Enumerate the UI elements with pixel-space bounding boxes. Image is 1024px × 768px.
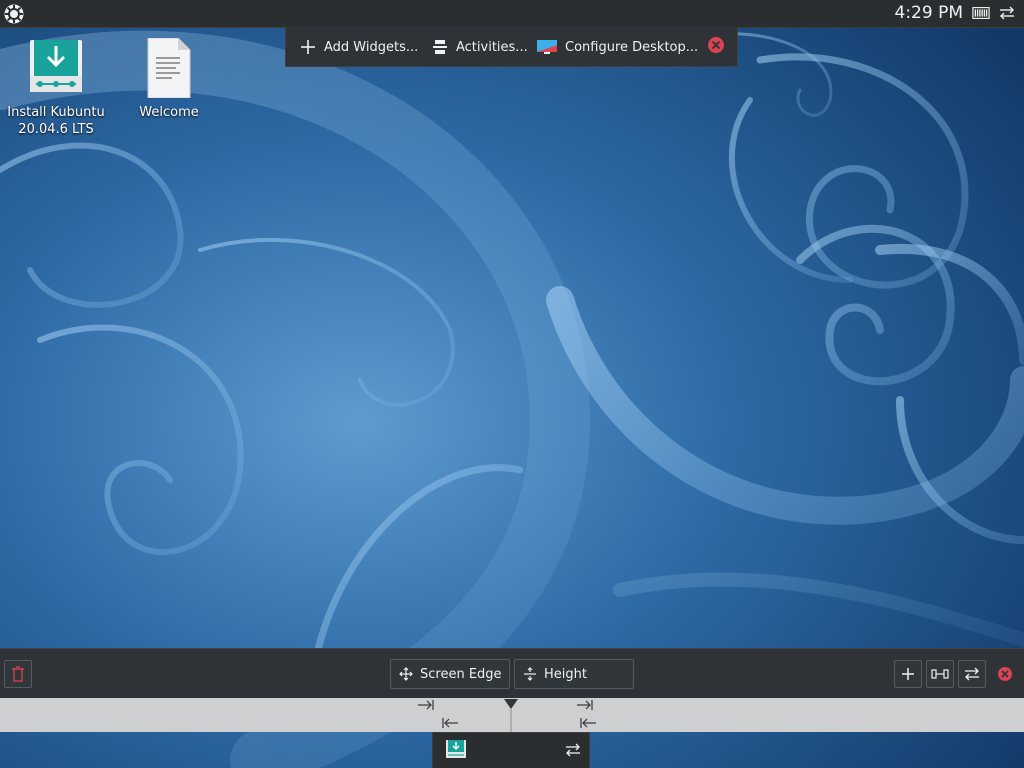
max-length-right-icon[interactable] [576, 698, 594, 712]
spacer-icon [931, 669, 949, 679]
move-icon [399, 667, 413, 681]
installer-icon[interactable] [445, 739, 467, 761]
screen-edge-label: Screen Edge [420, 666, 502, 682]
offset-slider-icon[interactable] [503, 698, 519, 732]
height-label: Height [544, 666, 587, 682]
top-panel: 4:29 PM [0, 0, 1024, 28]
activities-icon [433, 40, 447, 54]
close-icon[interactable] [996, 665, 1014, 683]
panel-settings-icon[interactable] [998, 5, 1016, 21]
screen-edge-button[interactable]: Screen Edge [390, 659, 510, 689]
add-widgets-button[interactable]: Add Widgets... [300, 27, 418, 67]
installer-icon [30, 40, 82, 92]
clock[interactable]: 4:29 PM [895, 3, 964, 23]
add-widgets-panel-button[interactable] [894, 660, 922, 688]
more-settings-button[interactable] [958, 660, 986, 688]
desktop-icon-install-kubuntu[interactable]: Install Kubuntu 20.04.6 LTS [2, 38, 110, 138]
max-length-left-icon[interactable] [441, 716, 459, 730]
activities-button[interactable]: Activities... [432, 27, 528, 67]
min-length-left-icon[interactable] [579, 716, 597, 730]
remove-panel-button[interactable] [4, 660, 32, 688]
resize-height-icon [524, 667, 536, 681]
panel-edit-toolbar: Screen Edge Height [0, 648, 1024, 698]
trash-icon [12, 666, 24, 682]
desktop-toolbox: Add Widgets... Activities... Configure D… [285, 27, 738, 67]
min-length-right-icon[interactable] [417, 698, 435, 712]
configure-desktop-label: Configure Desktop... [565, 39, 699, 55]
panel-settings-icon [965, 667, 979, 681]
add-spacer-button[interactable] [926, 660, 954, 688]
bottom-panel [432, 732, 590, 768]
close-icon[interactable] [707, 36, 725, 54]
monitor-icon [537, 40, 557, 54]
panel-settings-icon[interactable] [565, 743, 581, 757]
application-launcher-icon[interactable] [3, 3, 25, 25]
add-widgets-label: Add Widgets... [324, 39, 419, 55]
desktop-icon-label: Welcome [139, 105, 199, 120]
plus-icon [902, 668, 914, 680]
plus-icon [301, 40, 315, 54]
height-button[interactable]: Height [514, 659, 634, 689]
configure-desktop-button[interactable]: Configure Desktop... [537, 27, 698, 67]
battery-icon[interactable] [972, 5, 990, 21]
panel-ruler [0, 698, 1024, 732]
activities-label: Activities... [456, 39, 528, 55]
document-icon [147, 37, 191, 99]
desktop-icon-label: Install Kubuntu [7, 105, 105, 120]
desktop-icon-label-line2: 20.04.6 LTS [18, 122, 94, 137]
desktop-icon-welcome[interactable]: Welcome [126, 37, 212, 121]
